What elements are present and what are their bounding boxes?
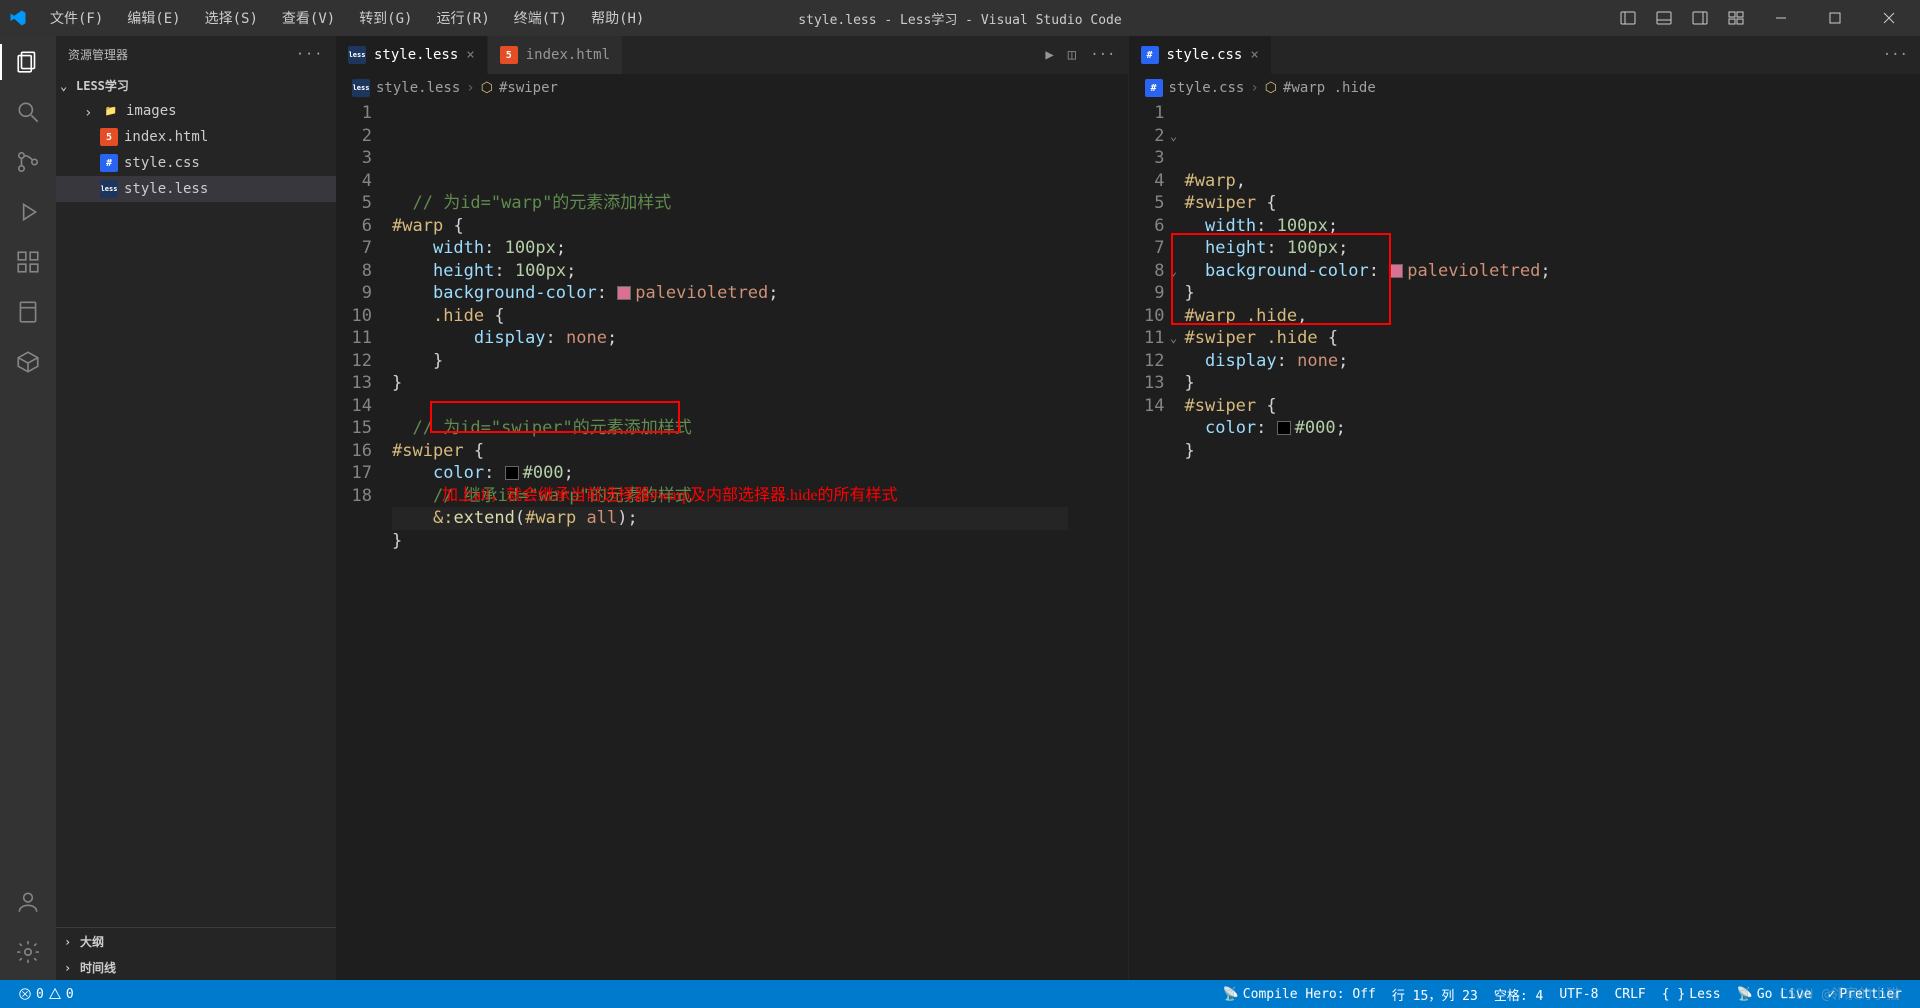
right-editor: #style.css× ··· # style.css › ⬡ #warp .hi…: [1129, 36, 1920, 980]
menu-help[interactable]: 帮助(H): [581, 4, 654, 32]
minimize-button[interactable]: [1758, 0, 1804, 36]
tree-item-images[interactable]: 📁images: [56, 98, 336, 124]
file-tree: 📁images5index.html#style.csslessstyle.le…: [56, 98, 336, 927]
status-spaces[interactable]: 空格: 4: [1486, 985, 1551, 1004]
timeline-section[interactable]: 时间线: [56, 954, 336, 980]
layout-icon[interactable]: [1722, 4, 1750, 32]
menu-select[interactable]: 选择(S): [195, 4, 268, 32]
tab-style.less[interactable]: lessstyle.less×: [336, 36, 488, 74]
outline-section[interactable]: 大纲: [56, 928, 336, 954]
status-encoding[interactable]: UTF-8: [1551, 985, 1606, 1004]
extensions-icon[interactable]: [12, 246, 44, 278]
run-debug-icon[interactable]: [12, 196, 44, 228]
left-tabs: lessstyle.less×5index.html▶◫···: [336, 36, 1128, 74]
tree-item-style.less[interactable]: lessstyle.less: [56, 176, 336, 202]
settings-icon[interactable]: [12, 936, 44, 968]
right-tabs: #style.css× ···: [1129, 36, 1920, 74]
maximize-button[interactable]: [1812, 0, 1858, 36]
status-prettier[interactable]: ✓ Prettier: [1820, 985, 1910, 1004]
account-icon[interactable]: [12, 886, 44, 918]
menu-view[interactable]: 查看(V): [272, 4, 345, 32]
status-errors[interactable]: 0 0: [10, 987, 82, 1002]
package-icon[interactable]: [12, 346, 44, 378]
html-icon: 5: [500, 46, 518, 64]
minimap[interactable]: [1068, 102, 1128, 980]
panel-bottom-icon[interactable]: [1650, 4, 1678, 32]
html-icon: 5: [100, 128, 118, 146]
status-eol[interactable]: CRLF: [1606, 985, 1653, 1004]
chevron-right-icon: [84, 105, 96, 117]
right-code[interactable]: 1234567891011121314 ⌄ ⌄ ⌄ #warp,#swiper …: [1129, 102, 1920, 980]
window-title: style.less - Less学习 - Visual Studio Code: [798, 9, 1121, 28]
split-icon[interactable]: ◫: [1068, 47, 1076, 63]
folder-icon: 📁: [102, 102, 120, 120]
titlebar: 文件(F) 编辑(E) 选择(S) 查看(V) 转到(G) 运行(R) 终端(T…: [0, 0, 1920, 36]
menu-bar: 文件(F) 编辑(E) 选择(S) 查看(V) 转到(G) 运行(R) 终端(T…: [40, 4, 654, 32]
less-icon: less: [352, 79, 370, 97]
left-editor: lessstyle.less×5index.html▶◫··· less sty…: [336, 36, 1129, 980]
search-icon[interactable]: [12, 96, 44, 128]
close-tab-icon[interactable]: ×: [466, 47, 474, 63]
sidebar: 资源管理器 ··· LESS学习 📁images5index.html#styl…: [56, 36, 336, 980]
folder-root[interactable]: LESS学习: [56, 72, 336, 98]
menu-goto[interactable]: 转到(G): [349, 4, 422, 32]
status-compile[interactable]: 📡 Compile Hero: Off: [1215, 985, 1384, 1004]
panel-left-icon[interactable]: [1614, 4, 1642, 32]
tab-style.css[interactable]: #style.css×: [1129, 36, 1272, 74]
menu-run[interactable]: 运行(R): [426, 4, 499, 32]
source-control-icon[interactable]: [12, 146, 44, 178]
panel-right-icon[interactable]: [1686, 4, 1714, 32]
css-icon: #: [100, 154, 118, 172]
close-button[interactable]: [1866, 0, 1912, 36]
left-breadcrumb[interactable]: less style.less › ⬡ #swiper: [336, 74, 1128, 102]
right-breadcrumb[interactable]: # style.css › ⬡ #warp .hide: [1129, 74, 1920, 102]
tree-item-style.css[interactable]: #style.css: [56, 150, 336, 176]
menu-edit[interactable]: 编辑(E): [117, 4, 190, 32]
less-icon: less: [348, 46, 366, 64]
more-icon[interactable]: ···: [1883, 47, 1908, 63]
bookmark-icon[interactable]: [12, 296, 44, 328]
status-golive[interactable]: 📡 Go Live: [1729, 985, 1820, 1004]
css-icon: #: [1145, 79, 1163, 97]
annotation-text: 加上all，就会继承当前选择器#warp及内部选择器.hide的所有样式: [442, 485, 898, 508]
less-icon: less: [100, 180, 118, 198]
explorer-icon[interactable]: [12, 46, 44, 78]
minimap[interactable]: [1860, 102, 1920, 980]
run-icon[interactable]: ▶: [1045, 47, 1053, 63]
menu-terminal[interactable]: 终端(T): [504, 4, 577, 32]
left-code[interactable]: 123456789101112131415161718 加上all，就会继承当前…: [336, 102, 1128, 980]
more-icon[interactable]: ···: [1090, 47, 1115, 63]
tab-index.html[interactable]: 5index.html: [488, 36, 623, 74]
activity-bar: [0, 36, 56, 980]
more-icon[interactable]: ···: [296, 47, 324, 61]
status-position[interactable]: 行 15，列 23: [1384, 985, 1486, 1004]
css-icon: #: [1141, 46, 1159, 64]
close-tab-icon[interactable]: ×: [1250, 47, 1258, 63]
menu-file[interactable]: 文件(F): [40, 4, 113, 32]
statusbar: 0 0 📡 Compile Hero: Off 行 15，列 23 空格: 4 …: [0, 980, 1920, 1008]
tree-item-index.html[interactable]: 5index.html: [56, 124, 336, 150]
status-lang[interactable]: { } Less: [1654, 985, 1729, 1004]
sidebar-title: 资源管理器: [68, 46, 128, 63]
vscode-logo-icon: [8, 8, 28, 28]
